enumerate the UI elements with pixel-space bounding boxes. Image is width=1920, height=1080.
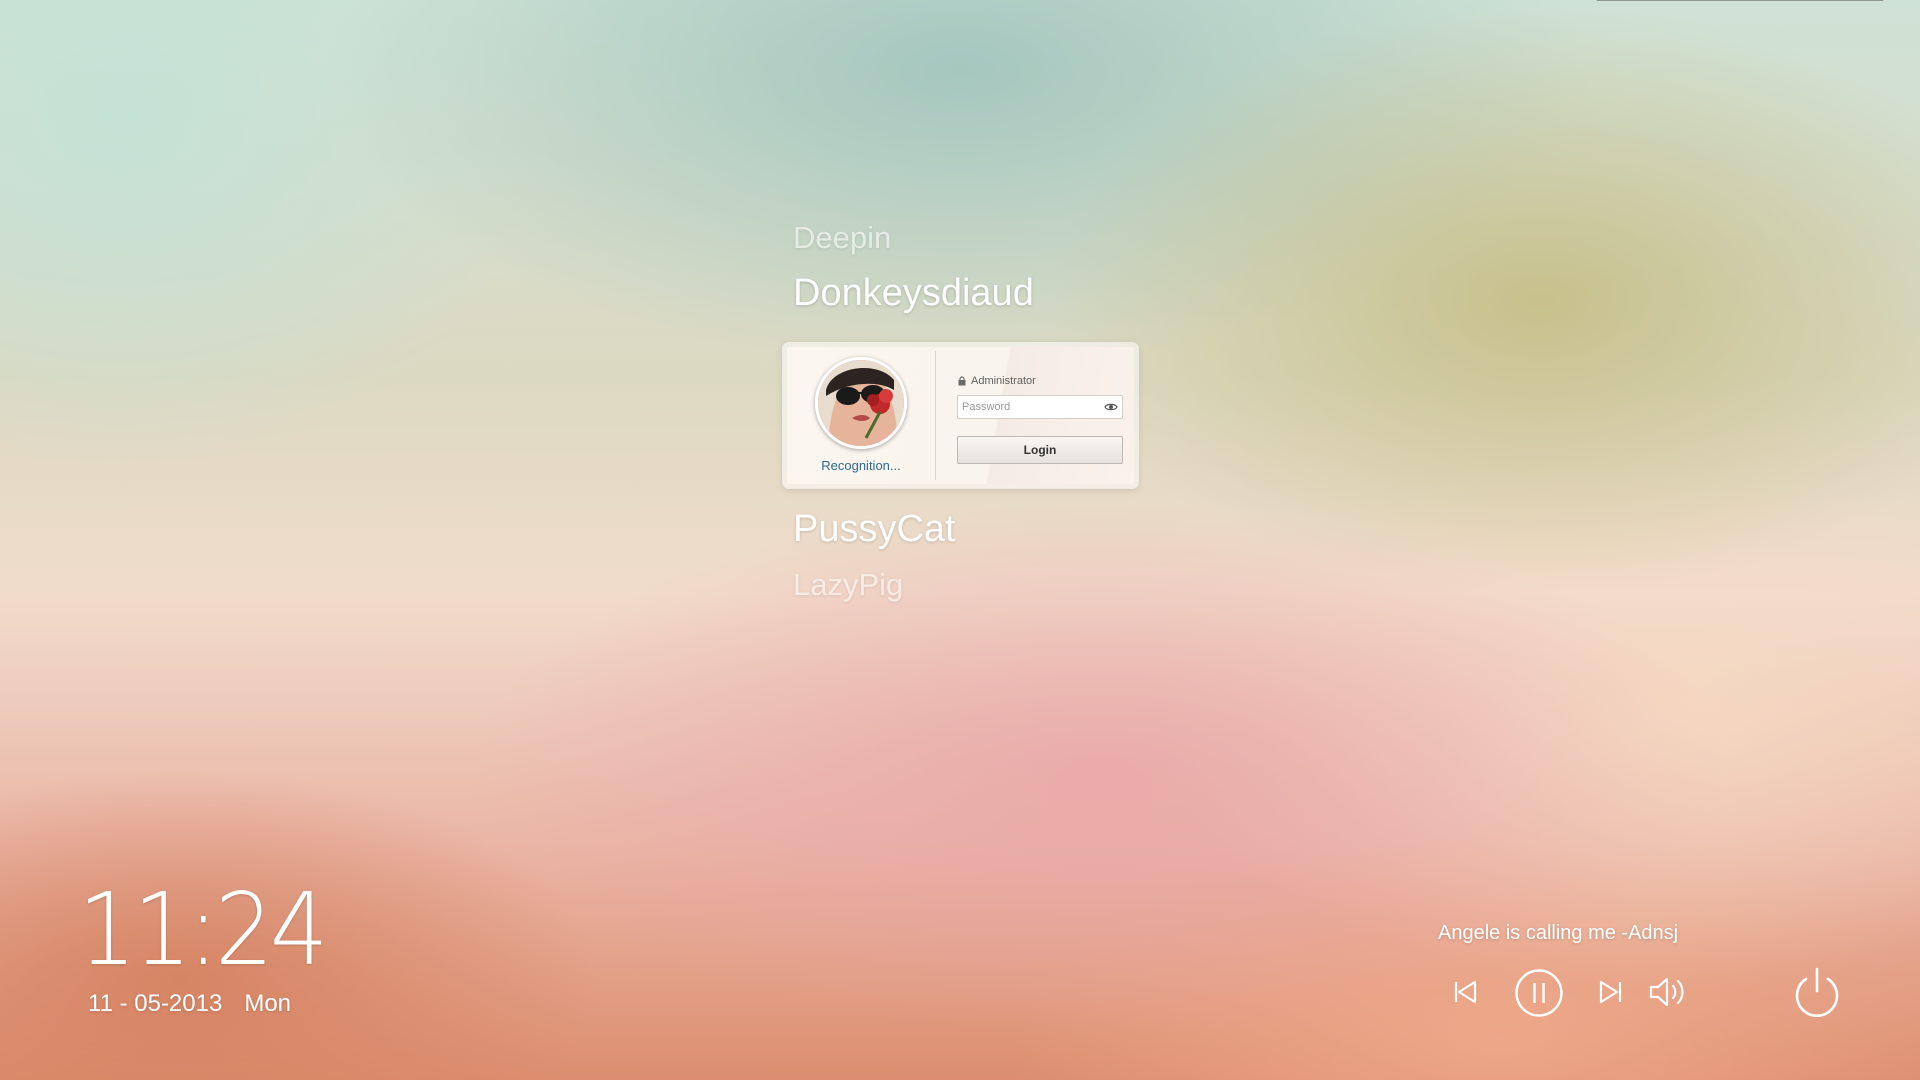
password-input[interactable]	[962, 396, 1102, 418]
login-card-body: Recognition... Administrator Login	[787, 347, 1134, 484]
skip-previous-icon[interactable]	[1453, 978, 1479, 1006]
eye-icon[interactable]	[1104, 402, 1118, 412]
user-item-lazypig[interactable]: LazyPig	[793, 567, 903, 603]
login-button[interactable]: Login	[957, 436, 1123, 464]
user-avatar[interactable]	[815, 357, 907, 449]
login-screen: Deepin Donkeysdiaud Recognition... Admin…	[0, 0, 1920, 1080]
top-edge-indicator	[1596, 0, 1884, 1]
account-type-label: Administrator	[958, 375, 1036, 387]
user-item-deepin[interactable]: Deepin	[793, 220, 891, 256]
power-icon[interactable]	[1790, 965, 1844, 1021]
volume-icon[interactable]	[1648, 975, 1688, 1009]
recognition-status-link[interactable]: Recognition...	[787, 458, 935, 473]
lock-icon	[958, 376, 966, 386]
user-item-donkeysdiaud[interactable]: Donkeysdiaud	[793, 272, 1034, 315]
user-item-pussycat[interactable]: PussyCat	[793, 508, 956, 551]
card-divider	[935, 351, 936, 480]
now-playing-title: Angele is calling me -Adnsj	[1438, 922, 1679, 944]
login-card: Recognition... Administrator Login	[783, 343, 1138, 488]
clock-weekday: Mon	[244, 990, 292, 1017]
account-type-text: Administrator	[971, 375, 1036, 387]
skip-next-icon[interactable]	[1597, 978, 1623, 1006]
avatar-photo-icon	[818, 360, 904, 446]
clock-time: 11:24	[78, 871, 328, 988]
clock-date-row: 11 - 05-2013 Mon	[88, 990, 291, 1018]
pause-icon[interactable]	[1514, 968, 1564, 1018]
password-field[interactable]	[957, 395, 1123, 419]
clock-date: 11 - 05-2013	[88, 990, 223, 1017]
